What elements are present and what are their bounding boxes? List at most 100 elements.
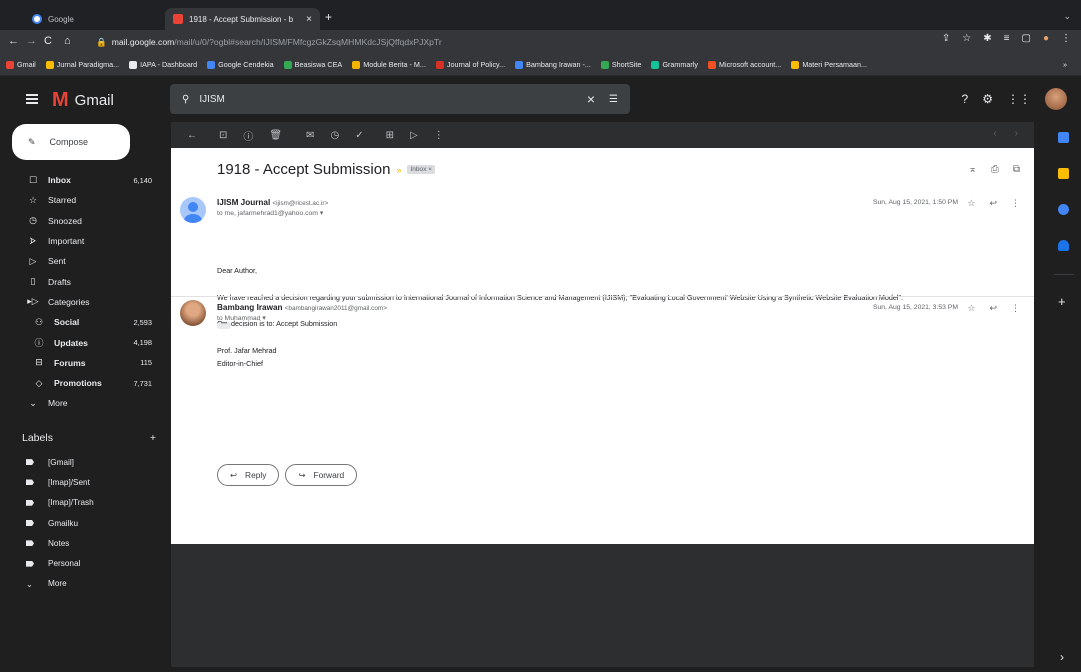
extensions-icon[interactable]: ✱ [983, 33, 991, 44]
sidebar-item-starred[interactable]: ☆ Starred [0, 190, 168, 210]
search-icon[interactable]: ⚲ [182, 94, 189, 105]
sender-name[interactable]: IJISM Journal [217, 198, 270, 207]
expand-all-icon[interactable]: ⌅ [968, 164, 976, 175]
reading-list-icon[interactable]: ≡ [1004, 33, 1010, 44]
back-icon[interactable]: ← [8, 35, 19, 47]
mark-unread-icon[interactable]: ✉ [306, 130, 314, 141]
move-to-icon[interactable]: ⊞ [386, 130, 394, 141]
more-icon[interactable]: ⋮ [1011, 303, 1020, 314]
sidebar-item-important[interactable]: ᗌ Important [0, 231, 168, 251]
report-spam-icon[interactable]: ⓘ [243, 128, 253, 143]
share-icon[interactable]: ⇪ [942, 33, 950, 44]
gmail-logo[interactable]: M Gmail [52, 89, 114, 112]
add-label-button[interactable]: + [150, 432, 156, 444]
bookmark-item[interactable]: ShortSite [600, 60, 641, 69]
more-icon[interactable]: ⋮ [1011, 198, 1020, 209]
reload-icon[interactable]: C [44, 35, 52, 47]
reply-icon[interactable]: ↩ [989, 198, 997, 209]
contacts-icon[interactable] [1058, 240, 1069, 251]
bookmark-item[interactable]: Gmail [6, 60, 36, 69]
search-input[interactable] [199, 93, 587, 105]
clear-search-icon[interactable]: × [587, 91, 595, 107]
bookmark-star-icon[interactable]: ☆ [962, 33, 971, 44]
apps-grid-icon[interactable]: ⋮⋮ [1007, 92, 1031, 106]
labels-more[interactable]: ⌄ More [0, 574, 168, 594]
delete-icon[interactable]: 🗑 [269, 130, 282, 141]
tasks-icon[interactable] [1058, 204, 1069, 215]
message-item[interactable]: Bambang Irawan <bambangirawan2011@gmail.… [171, 298, 1034, 348]
forward-button[interactable]: ↪ Forward [285, 464, 358, 486]
sidebar-item-updates[interactable]: ⓘ Updates 4,198 [0, 332, 168, 352]
main-menu-icon[interactable] [26, 94, 38, 104]
label-item[interactable]: [Gmail] [0, 452, 168, 472]
bookmark-item[interactable]: Beasiswa CEA [283, 60, 342, 69]
back-to-search-icon[interactable]: ← [187, 130, 197, 141]
help-icon[interactable]: ? [962, 92, 969, 106]
bookmark-item[interactable]: Microsoft account... [707, 60, 781, 69]
older-icon[interactable]: › [1015, 128, 1018, 139]
snooze-icon[interactable]: ◷ [330, 130, 339, 141]
browser-menu-icon[interactable]: ⋮ [1061, 33, 1071, 44]
address-bar[interactable]: 🔒 mail.google.com /mail/u/0/?ogbl#search… [96, 33, 976, 51]
settings-gear-icon[interactable]: ⚙ [982, 92, 993, 106]
archive-icon[interactable]: ⊡ [219, 130, 227, 141]
sidebar-item-sent[interactable]: ▷ Sent [0, 251, 168, 271]
compose-button[interactable]: ✎ Compose [12, 124, 130, 160]
sidebar-item-forums[interactable]: ⊟ Forums 115 [0, 353, 168, 373]
profile-icon[interactable]: ● [1043, 33, 1049, 44]
reply-button[interactable]: ↩ Reply [217, 464, 280, 486]
sidebar: ✎ Compose ☐ Inbox 6,140 ☆ Starred ◷ Snoozed ᗌ Im… [0, 122, 168, 672]
side-panel-icon[interactable]: ▢ [1022, 33, 1031, 44]
inbox-label-chip[interactable]: Inbox × [407, 165, 435, 174]
search-options-icon[interactable]: ☰ [609, 94, 618, 105]
more-actions-icon[interactable]: ⋮ [434, 130, 444, 141]
calendar-icon[interactable] [1058, 132, 1069, 143]
show-side-panel-icon[interactable]: › [1060, 650, 1064, 664]
new-tab-button[interactable]: + [325, 10, 332, 24]
sender-name[interactable]: Bambang Irawan [217, 303, 283, 312]
bookmark-item[interactable]: Google Cendekia [207, 60, 274, 69]
bookmark-item[interactable]: Journal of Policy... [435, 60, 505, 69]
sidebar-item-label: Social [54, 317, 80, 328]
bookmark-item[interactable]: Grammarly [651, 60, 698, 69]
show-trimmed-content-button[interactable]: ••• [217, 321, 231, 329]
important-marker-icon[interactable]: » [396, 165, 401, 175]
tab-search-icon[interactable]: ⌄ [1063, 11, 1071, 22]
print-icon[interactable]: ⎙ [991, 164, 999, 175]
get-addons-icon[interactable]: + [1058, 294, 1066, 309]
close-tab-icon[interactable]: × [306, 14, 312, 25]
sidebar-item-promotions[interactable]: ◇ Promotions 7,731 [0, 373, 168, 393]
bookmark-item[interactable]: IAPA - Dashboard [129, 60, 197, 69]
sidebar-item-inbox[interactable]: ☐ Inbox 6,140 [0, 170, 168, 190]
bookmark-item[interactable]: Module Berita - M... [352, 60, 426, 69]
account-avatar[interactable] [1045, 88, 1067, 110]
reply-icon[interactable]: ↩ [989, 303, 997, 314]
sidebar-item-social[interactable]: ⚇ Social 2,593 [0, 312, 168, 332]
sidebar-item-label: Important [48, 236, 85, 247]
forward-icon[interactable]: → [26, 35, 37, 47]
more-bookmarks-icon[interactable]: » [1063, 60, 1081, 69]
sidebar-item-categories[interactable]: ▸▷ Categories [0, 292, 168, 312]
newer-icon[interactable]: ‹ [993, 128, 996, 139]
bookmark-item[interactable]: Materi Persamaan... [791, 60, 867, 69]
label-item[interactable]: Personal [0, 553, 168, 573]
sidebar-item-snoozed[interactable]: ◷ Snoozed [0, 211, 168, 231]
bookmark-item[interactable]: Bambang Irawan -... [515, 60, 591, 69]
add-task-icon[interactable]: ✓ [355, 130, 363, 141]
important-icon: ᗌ [29, 235, 37, 246]
star-icon[interactable]: ☆ [967, 303, 975, 314]
label-item[interactable]: Gmailku [0, 513, 168, 533]
label-item[interactable]: [Imap]/Sent [0, 472, 168, 492]
label-as-icon[interactable]: ▷ [410, 130, 418, 141]
sidebar-item-more[interactable]: ⌄ More [0, 393, 168, 413]
bookmark-item[interactable]: Jurnal Paradigma... [45, 60, 119, 69]
sidebar-item-drafts[interactable]: ▯ Drafts [0, 271, 168, 291]
open-new-window-icon[interactable]: ⧉ [1013, 164, 1020, 175]
recipients-toggle[interactable]: to me, jafarmehrad1@yahoo.com ▾ [217, 209, 323, 217]
keep-icon[interactable] [1058, 168, 1069, 179]
label-item[interactable]: [Imap]/Trash [0, 493, 168, 513]
star-icon[interactable]: ☆ [967, 198, 975, 209]
label-item[interactable]: Notes [0, 533, 168, 553]
home-icon[interactable]: ⌂ [64, 35, 71, 47]
tab-gmail[interactable]: 1918 - Accept Submission - b × [165, 8, 320, 30]
